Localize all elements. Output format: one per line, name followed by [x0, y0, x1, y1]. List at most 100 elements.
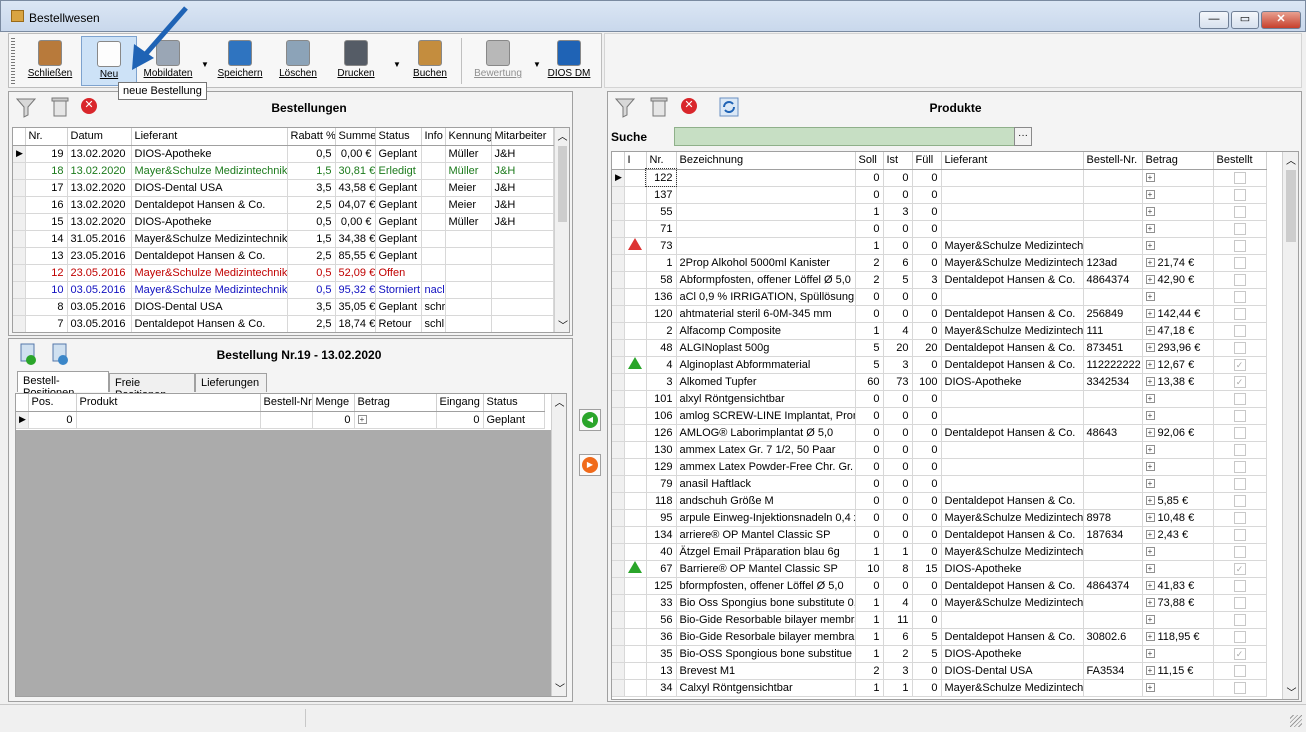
expand-plus-icon[interactable]: + — [1145, 581, 1155, 591]
resize-grip-icon[interactable] — [1290, 715, 1302, 727]
table-row[interactable]: 3 Alkomed Tupfer 60 73 100 DIOS-Apotheke 33425… — [612, 373, 1267, 391]
bestellt-checkbox[interactable] — [1233, 290, 1246, 303]
expand-plus-icon[interactable]: + — [1145, 275, 1155, 285]
bestellt-checkbox[interactable] — [1233, 460, 1246, 473]
expand-plus-icon[interactable]: + — [1145, 207, 1155, 217]
positions-col-header[interactable]: Betrag — [354, 394, 437, 412]
expand-plus-icon[interactable]: + — [1145, 224, 1155, 234]
table-row[interactable]: 8 03.05.2016 DIOS-Dental USA 3,5 35,05 € Gepl… — [13, 298, 554, 316]
toolbar-button-löschen[interactable]: Löschen — [273, 36, 323, 86]
expand-plus-icon[interactable]: + — [1145, 292, 1155, 302]
table-row[interactable]: 125 bformpfosten, offener Löffel Ø 5,0 0 0 0… — [612, 577, 1267, 595]
expand-plus-icon[interactable]: + — [1145, 377, 1155, 387]
close-window-button[interactable]: ✕ — [1261, 11, 1301, 29]
orders-col-header[interactable]: Lieferant — [131, 128, 288, 146]
bestellt-checkbox[interactable] — [1233, 664, 1246, 677]
orders-scrollbar[interactable]: ︿ ﹀ — [554, 128, 569, 332]
expand-plus-icon[interactable]: + — [1145, 513, 1155, 523]
table-row[interactable]: 14 31.05.2016 Mayer&Schulze Medizintechnik… — [13, 230, 554, 248]
bestellt-checkbox[interactable] — [1233, 596, 1246, 609]
table-row[interactable]: 13 23.05.2016 Dentaldepot Hansen & Co. 2,5 8… — [13, 247, 554, 265]
bestellt-checkbox[interactable]: ✓ — [1233, 358, 1246, 371]
expand-plus-icon[interactable]: + — [1145, 241, 1155, 251]
table-row[interactable]: 17 13.02.2020 DIOS-Dental USA 3,5 43,58 € Gep… — [13, 179, 554, 197]
table-row[interactable]: 55 1 3 0 + — [612, 203, 1267, 221]
products-col-header[interactable]: Bestellt — [1213, 152, 1267, 170]
orders-col-header[interactable]: Status — [375, 128, 422, 146]
expand-plus-icon[interactable]: + — [1145, 615, 1155, 625]
bestellt-checkbox[interactable] — [1233, 273, 1246, 286]
table-row[interactable]: 126 AMLOG® Laborimplantat Ø 5,0 0 0 0 Dentald… — [612, 424, 1267, 442]
orders-col-header[interactable]: Mitarbeiter — [491, 128, 554, 146]
table-row[interactable]: 56 Bio-Gide Resorbable bilayer membran 1 11… — [612, 611, 1267, 629]
search-input[interactable] — [674, 127, 1016, 146]
table-row[interactable]: 10 03.05.2016 Mayer&Schulze Medizintechnik… — [13, 281, 554, 299]
bestellt-checkbox[interactable] — [1233, 171, 1246, 184]
toolbar-button-speichern[interactable]: Speichern — [215, 36, 265, 86]
bestellt-checkbox[interactable] — [1233, 681, 1246, 694]
scroll-up-icon[interactable]: ︿ — [555, 128, 569, 144]
toolbar-button-bewertung[interactable]: Bewertung — [467, 36, 529, 86]
expand-plus-icon[interactable]: + — [1145, 309, 1155, 319]
orders-col-header[interactable]: Info — [421, 128, 446, 146]
table-row[interactable]: 33 Bio Oss Spongius bone substitute 0,2 1 4… — [612, 594, 1267, 612]
table-row[interactable]: 129 ammex Latex Powder-Free Chr. Gr. 6000… — [612, 458, 1267, 476]
bewertung-dropdown-icon[interactable]: ▼ — [533, 60, 541, 69]
table-row[interactable]: 134 arriere® OP Mantel Classic SP 0 0 0 Denta… — [612, 526, 1267, 544]
table-row[interactable]: 106 amlog SCREW-LINE Implantat, Prome 0 0 0 + — [612, 407, 1267, 425]
toolbar-button-schließen[interactable]: Schließen — [21, 36, 79, 86]
table-row[interactable]: 16 13.02.2020 Dentaldepot Hansen & Co. 2,5 0… — [13, 196, 554, 214]
expand-plus-icon[interactable]: + — [1145, 360, 1155, 370]
scroll-up-icon[interactable]: ︿ — [1283, 152, 1298, 168]
products-col-header[interactable]: I — [624, 152, 647, 170]
bestellt-checkbox[interactable]: ✓ — [1233, 647, 1246, 660]
expand-plus-icon[interactable]: + — [1145, 683, 1155, 693]
products-col-header[interactable]: Betrag — [1142, 152, 1214, 170]
minimize-button[interactable]: — — [1199, 11, 1229, 29]
table-row[interactable]: 58 Abformpfosten, offener Löffel Ø 5,0 2 5 3… — [612, 271, 1267, 289]
table-row[interactable]: 36 Bio-Gide Resorbale bilayer membrane 1 6 5… — [612, 628, 1267, 646]
bestellt-checkbox[interactable] — [1233, 188, 1246, 201]
tab-bestell-positionen[interactable]: Bestell-Positionen — [17, 371, 109, 399]
toolbar-button-drucken[interactable]: Drucken — [331, 36, 381, 86]
tab-freie-positionen[interactable]: Freie Positionen — [109, 373, 195, 401]
table-row[interactable]: 2 Alfacomp Composite 1 4 0 Mayer&Schulze Medi… — [612, 322, 1267, 340]
table-row[interactable]: 7 03.05.2016 Dentaldepot Hansen & Co. 2,5 18… — [13, 315, 554, 332]
mobildaten-dropdown-icon[interactable]: ▼ — [201, 60, 209, 69]
expand-plus-icon[interactable]: + — [1145, 479, 1155, 489]
expand-plus-icon[interactable]: + — [1145, 564, 1155, 574]
bestellt-checkbox[interactable] — [1233, 409, 1246, 422]
products-col-header[interactable]: Nr. — [646, 152, 677, 170]
positions-col-header[interactable]: Status — [483, 394, 545, 412]
table-row[interactable]: 79 anasil Haftlack 0 0 0 + — [612, 475, 1267, 493]
bestellt-checkbox[interactable]: ✓ — [1233, 375, 1246, 388]
expand-plus-icon[interactable]: + — [1145, 649, 1155, 659]
expand-plus-icon[interactable]: + — [1145, 343, 1155, 353]
table-row[interactable]: 67 Barriere® OP Mantel Classic SP 10 8 15 DIO… — [612, 560, 1267, 578]
positions-scrollbar[interactable]: ︿ ﹀ — [551, 394, 566, 696]
tab-lieferungen[interactable]: Lieferungen — [195, 373, 267, 392]
expand-plus-icon[interactable]: + — [357, 415, 367, 425]
bestellt-checkbox[interactable] — [1233, 477, 1246, 490]
table-row[interactable]: 15 13.02.2020 DIOS-Apotheke 0,5 0,00 € Geplan… — [13, 213, 554, 231]
bestellt-checkbox[interactable] — [1233, 545, 1246, 558]
expand-plus-icon[interactable]: + — [1145, 598, 1155, 608]
table-row[interactable]: 71 0 0 0 + — [612, 220, 1267, 238]
expand-plus-icon[interactable]: + — [1145, 326, 1155, 336]
products-scrollbar[interactable]: ︿ ﹀ — [1282, 152, 1298, 699]
table-row[interactable]: 13 Brevest M1 2 3 0 DIOS-Dental USA FA3534 +11,… — [612, 662, 1267, 680]
table-row[interactable]: 35 Bio-OSS Spongious bone substitue G125D… — [612, 645, 1267, 663]
positions-col-header[interactable]: Eingang — [436, 394, 484, 412]
products-col-header[interactable]: Bestell-Nr. — [1083, 152, 1143, 170]
bestellt-checkbox[interactable] — [1233, 307, 1246, 320]
table-row[interactable]: 73 1 0 0 Mayer&Schulze Medizintechn + — [612, 237, 1267, 255]
bestellt-checkbox[interactable] — [1233, 426, 1246, 439]
expand-plus-icon[interactable]: + — [1145, 632, 1155, 642]
bestellt-checkbox[interactable] — [1233, 613, 1246, 626]
expand-plus-icon[interactable]: + — [1145, 462, 1155, 472]
table-row[interactable]: 40 Ätzgel Email Präparation blau 6g 1 1 0 May… — [612, 543, 1267, 561]
maximize-button[interactable]: ▭ — [1231, 11, 1259, 29]
orders-col-header[interactable]: Kennung — [445, 128, 492, 146]
bestellt-checkbox[interactable] — [1233, 239, 1246, 252]
products-col-header[interactable]: Füll — [912, 152, 942, 170]
